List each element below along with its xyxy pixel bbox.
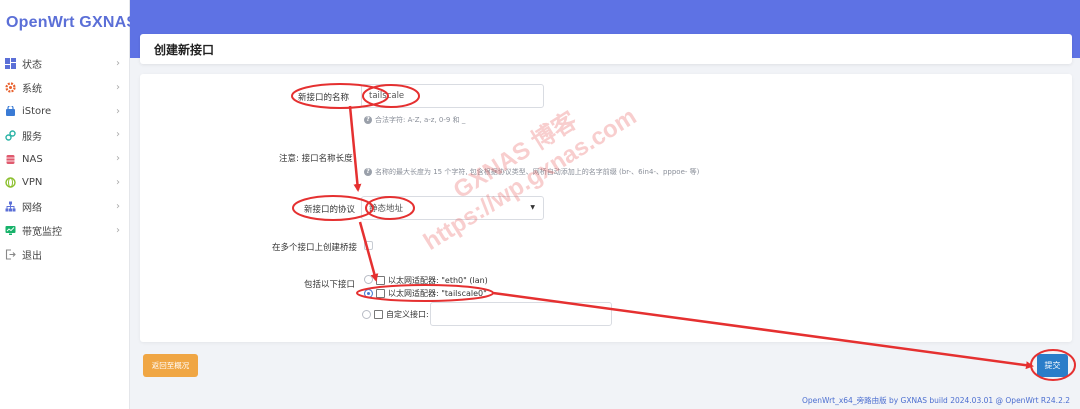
puzzle-icon [4,129,16,141]
submit-button[interactable]: 提交 [1037,354,1068,377]
caret-down-icon: ▼ [530,204,535,211]
help-icon: ? [364,168,372,176]
chevron-right-icon: › [116,81,120,93]
option-eth0-radio[interactable] [364,275,373,284]
bridge-checkbox[interactable] [364,241,373,250]
sidebar-item-label: NAS [22,153,43,165]
ethernet-port-icon [376,276,385,285]
page-title-card: 创建新接口 [140,34,1072,64]
sidebar-item-vpn[interactable]: VPN › [0,171,130,195]
monitor-icon [4,224,16,236]
gear-icon [4,82,16,94]
sidebar-item-network[interactable]: 网络 › [0,195,130,219]
logout-icon [4,248,16,260]
sidebar-item-label: 状态 [22,60,42,72]
help-icon: ? [364,116,372,124]
sidebar-item-logout[interactable]: 退出 [0,242,130,266]
sidebar-item-label: 服务 [22,131,42,143]
vpn-icon [4,177,16,189]
dashboard-icon [4,58,16,70]
footer-text: OpenWrt_x64_旁路由版 by GXNAS build 2024.03.… [801,396,1070,405]
sidebar-item-label: 网络 [22,203,42,215]
interface-name-label: 新接口的名称 [298,93,350,103]
network-icon [4,201,16,213]
option-eth0-label: 以太网适配器: "eth0" (lan) [388,276,488,285]
sidebar-item-label: VPN [22,177,43,189]
interface-name-input[interactable]: tailscale [361,84,544,108]
chevron-right-icon: › [116,176,120,188]
sidebar-item-services[interactable]: 服务 › [0,123,130,147]
sidebar-item-status[interactable]: 状态 › [0,52,130,76]
option-tailscale0-label: 以太网适配器: "tailscale0" [388,289,487,298]
sidebar-item-nas[interactable]: NAS › [0,147,130,171]
protocol-select-value: 静态地址 [369,204,404,214]
page-title: 创建新接口 [154,43,215,57]
custom-interface-input[interactable] [430,302,612,326]
interface-name-hint: ? 合法字符: A-Z, a-z, 0-9 和 _ [364,115,465,125]
chevron-right-icon: › [116,153,120,165]
bridge-label: 在多个接口上创建桥接 [272,243,358,253]
note-label: 注意: 接口名称长度 [279,154,353,164]
chevron-right-icon: › [116,58,120,69]
nas-icon [4,153,16,165]
option-eth0[interactable]: 以太网适配器: "eth0" (lan) [376,275,488,286]
sidebar-item-label: 退出 [22,250,42,262]
ethernet-port-icon [374,310,383,319]
sidebar-item-system[interactable]: 系统 › [0,76,130,100]
store-icon [4,105,16,117]
chevron-right-icon: › [116,105,120,117]
sidebar-item-label: 带宽监控 [22,226,62,238]
chevron-right-icon: › [116,129,120,141]
protocol-label: 新接口的协议 [304,205,356,215]
sidebar-menu: 状态 › 系统 › iStore › 服务 › NAS › VPN › 网络 ›… [0,52,130,266]
chevron-right-icon: › [116,224,120,236]
sidebar-item-istore[interactable]: iStore › [0,100,130,124]
option-custom[interactable]: 自定义接口: [374,309,429,320]
back-to-overview-button[interactable]: 返回至概况 [143,354,198,377]
interface-name-hint-text: 合法字符: A-Z, a-z, 0-9 和 _ [375,116,466,124]
option-custom-label: 自定义接口: [386,310,429,319]
chevron-right-icon: › [116,200,120,212]
sidebar-item-bandwidth[interactable]: 带宽监控 › [0,219,130,243]
sidebar-item-label: 系统 [22,84,42,96]
option-custom-radio[interactable] [362,310,371,319]
sidebar-item-label: iStore [22,105,52,117]
brand-logo: OpenWrt GXNAS [6,14,138,31]
include-interfaces-label: 包括以下接口 [304,280,356,290]
sidebar: OpenWrt GXNAS 状态 › 系统 › iStore › 服务 › NA… [0,0,137,409]
ethernet-port-icon [376,289,385,298]
option-tailscale0-radio[interactable] [364,289,373,298]
option-tailscale0[interactable]: 以太网适配器: "tailscale0" [376,288,487,299]
